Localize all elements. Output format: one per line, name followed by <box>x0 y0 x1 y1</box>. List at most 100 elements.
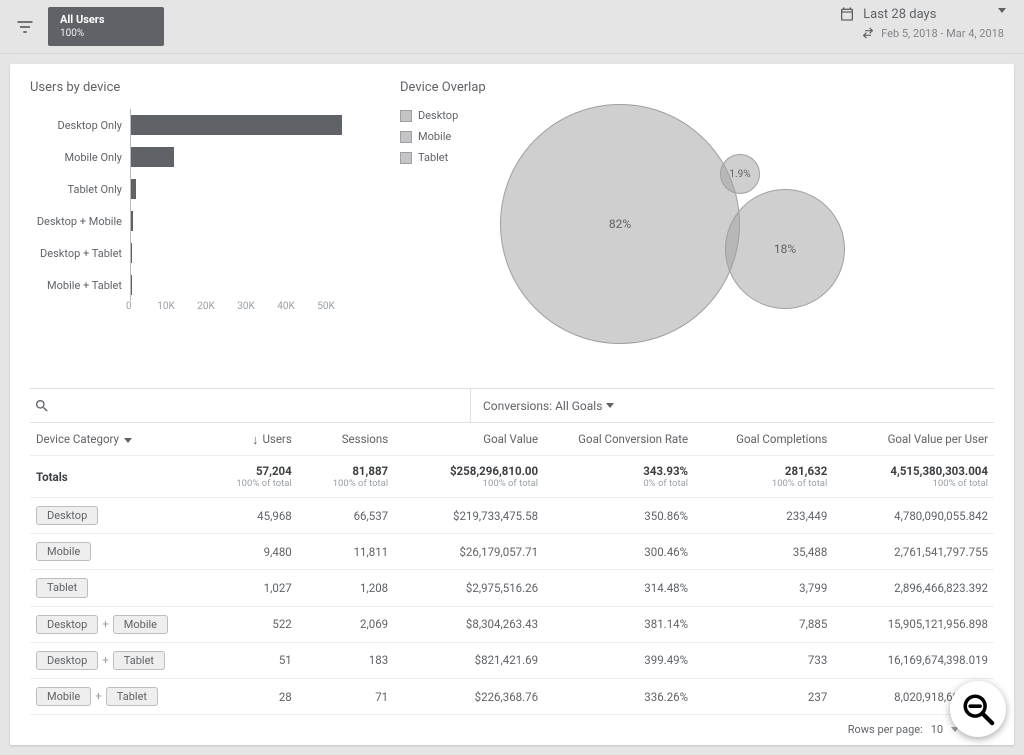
data-table: Device Category ↓Users Sessions Goal Val… <box>30 423 994 715</box>
bar-label: Desktop Only <box>30 119 130 132</box>
cell: Mobile + Tablet <box>30 678 201 714</box>
cell: 28 <box>201 678 297 714</box>
table-row: Tablet1,0271,208$2,975,516.26314.48%3,79… <box>30 570 994 606</box>
cell: 71 <box>298 678 394 714</box>
cell: Totals <box>30 456 201 498</box>
bar-row: Mobile + Tablet <box>30 269 360 301</box>
col-device[interactable]: Device Category <box>30 423 201 456</box>
device-chip[interactable]: Desktop <box>36 506 98 525</box>
date-range-label: Last 28 days <box>863 7 936 22</box>
bar-track <box>130 109 360 141</box>
chevron-down-icon <box>124 438 132 443</box>
col-gc[interactable]: Goal Completions <box>694 423 833 456</box>
zoom-out-button[interactable] <box>950 681 1006 737</box>
venn-circle-desktop: 82% <box>500 104 740 344</box>
segment-title: All Users <box>60 13 104 27</box>
cell: 733 <box>694 642 833 678</box>
pager-size[interactable]: 10 <box>931 723 943 736</box>
cell: 183 <box>298 642 394 678</box>
table-row: Desktop+Mobile5222,069$8,304,263.43381.1… <box>30 606 994 642</box>
col-goal-value[interactable]: Goal Value <box>394 423 544 456</box>
device-chip[interactable]: Tablet <box>106 687 158 706</box>
axis-tick: 50K <box>306 301 346 312</box>
pager-label: Rows per page: <box>848 723 923 736</box>
table-row: Desktop45,96866,537$219,733,475.58350.86… <box>30 498 994 534</box>
device-chip[interactable]: Desktop <box>36 615 98 634</box>
venn-circle-tablet: 1.9% <box>720 154 760 194</box>
device-chip[interactable]: Mobile <box>113 615 168 634</box>
bar-track <box>130 173 360 205</box>
table-search[interactable] <box>30 389 470 423</box>
cell: 381.14% <box>544 606 694 642</box>
cell: $219,733,475.58 <box>394 498 544 534</box>
bar-chart: Desktop OnlyMobile OnlyTablet OnlyDeskto… <box>30 109 360 339</box>
col-users[interactable]: ↓Users <box>201 423 297 456</box>
cell: 15,905,121,956.898 <box>833 606 994 642</box>
cell: 314.48% <box>544 570 694 606</box>
filter-icon <box>15 17 35 37</box>
cell: 2,761,541,797.755 <box>833 534 994 570</box>
axis-tick: 10K <box>146 301 186 312</box>
cell: 57,204100% of total <box>201 456 297 498</box>
cell: Mobile <box>30 534 201 570</box>
date-range-picker[interactable]: Last 28 days Feb 5, 2018 - Mar 4, 2018 <box>839 6 1004 40</box>
device-chip[interactable]: Mobile <box>36 687 91 706</box>
col-sessions[interactable]: Sessions <box>298 423 394 456</box>
cell: 343.93%0% of total <box>544 456 694 498</box>
conversions-dropdown[interactable]: Conversions: All Goals <box>470 389 994 423</box>
bar-track <box>130 205 360 237</box>
table-pager: Rows per page: 10 1 - 6 <box>30 715 994 736</box>
bar-fill <box>131 211 133 231</box>
bar-row: Desktop Only <box>30 109 360 141</box>
col-gcr[interactable]: Goal Conversion Rate <box>544 423 694 456</box>
header-bar: All Users 100% Last 28 days Feb 5, 2018 … <box>0 0 1024 54</box>
bar-label: Mobile + Tablet <box>30 279 130 292</box>
cell: 281,632100% of total <box>694 456 833 498</box>
bar-track <box>130 269 360 301</box>
device-chip[interactable]: Desktop <box>36 651 98 670</box>
legend-label: Tablet <box>418 151 448 164</box>
cell: 237 <box>694 678 833 714</box>
cell: 350.86% <box>544 498 694 534</box>
zoom-out-icon <box>961 692 995 726</box>
device-chip[interactable]: Mobile <box>36 542 91 561</box>
segment-chip[interactable]: All Users 100% <box>48 7 164 46</box>
legend-label: Desktop <box>418 109 458 122</box>
cell: 16,169,674,398.019 <box>833 642 994 678</box>
cell: $226,368.76 <box>394 678 544 714</box>
cell: Desktop <box>30 498 201 534</box>
cell: Desktop + Mobile <box>30 606 201 642</box>
legend-label: Mobile <box>418 130 451 143</box>
table-controls: Conversions: All Goals <box>30 389 994 423</box>
plus-icon: + <box>102 617 109 631</box>
cell: 300.46% <box>544 534 694 570</box>
main-panel: Users by device Desktop OnlyMobile OnlyT… <box>10 64 1014 745</box>
col-gvpu[interactable]: Goal Value per User <box>833 423 994 456</box>
device-chip[interactable]: Tablet <box>36 578 88 597</box>
filter-button[interactable] <box>10 12 40 42</box>
bar-row: Tablet Only <box>30 173 360 205</box>
cell: Desktop+Tablet <box>30 642 201 678</box>
table-row: Desktop+Tablet51183$821,421.69399.49%733… <box>30 642 994 678</box>
bar-label: Desktop + Tablet <box>30 247 130 260</box>
cell: $8,304,263.43 <box>394 606 544 642</box>
cell: 45,968 <box>201 498 297 534</box>
cell: $2,975,516.26 <box>394 570 544 606</box>
legend-swatch <box>400 131 412 143</box>
cell: 4,780,090,055.842 <box>833 498 994 534</box>
cell: 2,896,466,823.392 <box>833 570 994 606</box>
bar-chart-title: Users by device <box>30 80 360 95</box>
bar-fill <box>131 147 174 167</box>
chevron-down-icon <box>606 403 614 408</box>
venn-label-tablet: 1.9% <box>729 169 750 180</box>
cell: Tablet <box>30 570 201 606</box>
venn-block: Device Overlap DesktopMobileTablet 82% 1… <box>400 80 994 380</box>
bar-track <box>130 141 360 173</box>
cell: $821,421.69 <box>394 642 544 678</box>
device-chip[interactable]: Tablet <box>113 651 165 670</box>
cell: 81,887100% of total <box>298 456 394 498</box>
segment-subtitle: 100% <box>60 27 104 40</box>
legend-swatch <box>400 110 412 122</box>
plus-icon: + <box>95 689 102 703</box>
cell: 35,488 <box>694 534 833 570</box>
